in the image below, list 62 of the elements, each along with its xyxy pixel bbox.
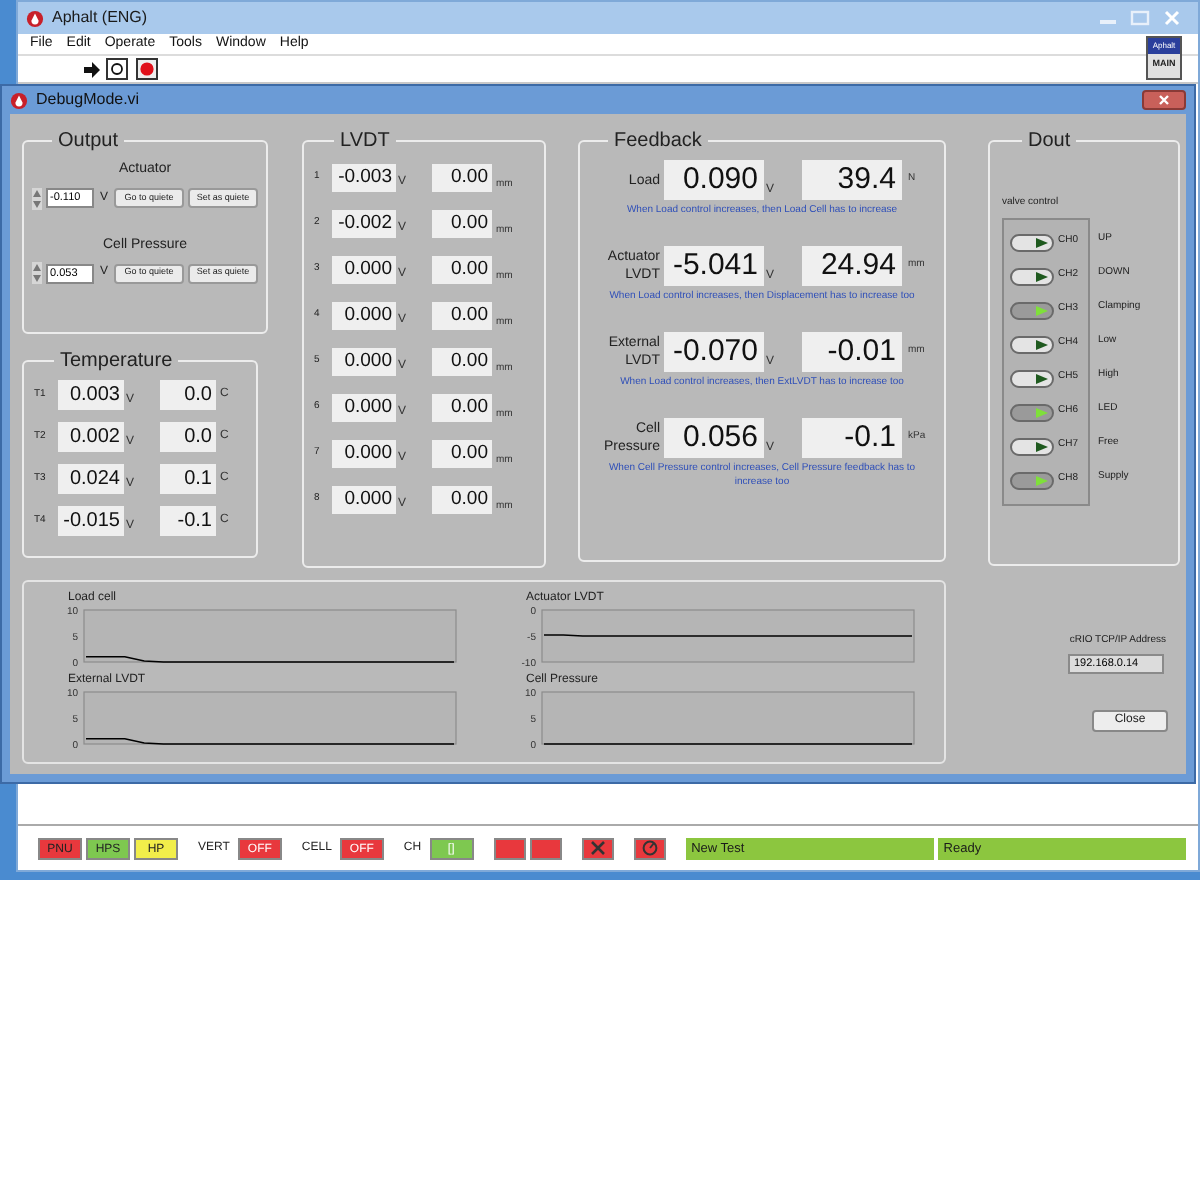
- panel-title: LVDT: [338, 128, 392, 156]
- toggle-switch[interactable]: [1010, 267, 1054, 285]
- panel-title: Feedback: [612, 128, 704, 156]
- value-display: -0.002: [332, 210, 396, 238]
- value-display: 0.000: [332, 394, 396, 422]
- toggle-switch[interactable]: [1010, 437, 1054, 455]
- dial-button[interactable]: [633, 837, 666, 859]
- value-display: 0.056: [664, 418, 764, 458]
- panel-title: Temperature: [58, 348, 175, 376]
- value-display: 0.090: [664, 160, 764, 200]
- close-icon: [1158, 94, 1170, 106]
- value-display: -0.1: [160, 506, 216, 536]
- value-display: 0.003: [58, 380, 124, 410]
- value-display: -0.003: [332, 164, 396, 192]
- window-title: Aphalt (ENG): [52, 6, 148, 30]
- value-display: 0.00: [432, 348, 492, 376]
- toggle-switch[interactable]: [1010, 471, 1054, 489]
- value-display: 0.0: [160, 422, 216, 452]
- window-title: DebugMode.vi: [36, 88, 140, 112]
- toggle-switch[interactable]: [1010, 335, 1054, 353]
- value-display: 0.00: [432, 394, 492, 422]
- stop-icon[interactable]: [136, 58, 158, 80]
- tool-button[interactable]: [529, 837, 562, 859]
- app-icon: [26, 9, 44, 27]
- value-display: -0.1: [802, 418, 902, 458]
- value-display: -0.01: [802, 332, 902, 372]
- value-display: -5.041: [664, 246, 764, 286]
- spinner-icon[interactable]: [32, 187, 42, 209]
- value-display: -0.070: [664, 332, 764, 372]
- value-display: -0.015: [58, 506, 124, 536]
- value-display: 0.000: [332, 302, 396, 330]
- value-display: 0.00: [432, 486, 492, 514]
- value-display: 0.000: [332, 440, 396, 468]
- toggle-switch[interactable]: [1010, 369, 1054, 387]
- value-display: 0.0: [160, 380, 216, 410]
- spinner-icon[interactable]: [32, 262, 42, 284]
- value-display: 0.1: [160, 464, 216, 494]
- value-display: 39.4: [802, 160, 902, 200]
- app-icon: [10, 91, 28, 109]
- value-display: 0.000: [332, 348, 396, 376]
- value-display: 0.000: [332, 486, 396, 514]
- value-display: 0.00: [432, 302, 492, 330]
- value-display: 0.024: [58, 464, 124, 494]
- value-display: 0.000: [332, 256, 396, 284]
- value-display: 0.00: [432, 440, 492, 468]
- tool-button[interactable]: [493, 837, 526, 859]
- value-display: 24.94: [802, 246, 902, 286]
- value-display: 0.002: [58, 422, 124, 452]
- value-display: 0.00: [432, 210, 492, 238]
- run-arrow-icon[interactable]: [82, 59, 102, 79]
- close-button[interactable]: [1142, 90, 1186, 110]
- toggle-switch[interactable]: [1010, 233, 1054, 251]
- panel-title: Output: [56, 128, 121, 156]
- panel-title: Dout: [1026, 128, 1073, 156]
- value-display: 0.00: [432, 164, 492, 192]
- run-continuously-icon[interactable]: [106, 58, 128, 80]
- cross-button[interactable]: [581, 837, 614, 859]
- dial-icon: [641, 840, 658, 856]
- toggle-switch[interactable]: [1010, 301, 1054, 319]
- toggle-switch[interactable]: [1010, 403, 1054, 421]
- cross-icon: [589, 840, 606, 856]
- value-display: 0.00: [432, 256, 492, 284]
